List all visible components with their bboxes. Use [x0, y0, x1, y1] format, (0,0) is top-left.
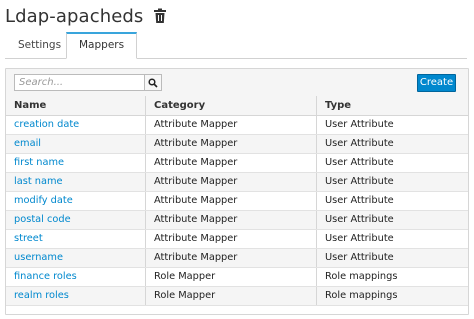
tab-settings[interactable]: Settings: [7, 32, 72, 58]
mapper-name-link[interactable]: postal code: [14, 214, 71, 225]
mapper-type: User Attribute: [325, 157, 394, 168]
mapper-type: User Attribute: [325, 252, 394, 263]
column-header-type[interactable]: Type: [317, 96, 468, 115]
table-row: creation date Attribute Mapper User Attr…: [6, 116, 468, 135]
mapper-type: User Attribute: [325, 214, 394, 225]
search-box: [14, 74, 162, 91]
mapper-name-link[interactable]: last name: [14, 176, 63, 187]
table-row: modify date Attribute Mapper User Attrib…: [6, 192, 468, 211]
table-toolbar: Create: [6, 69, 468, 97]
mapper-type: User Attribute: [325, 138, 394, 149]
table-row: email Attribute Mapper User Attribute: [6, 135, 468, 154]
table-row: first name Attribute Mapper User Attribu…: [6, 154, 468, 173]
mapper-category: Attribute Mapper: [146, 154, 317, 172]
mappers-table-panel: Create Name Category Type creation date …: [5, 68, 469, 315]
mapper-category: Attribute Mapper: [146, 230, 317, 248]
table-row: street Attribute Mapper User Attribute: [6, 230, 468, 249]
mappers-table: Name Category Type creation date Attribu…: [6, 96, 468, 306]
mapper-type: Role mappings: [325, 271, 398, 282]
mapper-type: User Attribute: [325, 195, 394, 206]
tab-bar: Settings Mappers: [5, 32, 467, 59]
search-icon: [148, 77, 158, 88]
table-row: last name Attribute Mapper User Attribut…: [6, 173, 468, 192]
table-row: finance roles Role Mapper Role mappings: [6, 268, 468, 287]
trash-icon[interactable]: [153, 8, 167, 24]
create-button[interactable]: Create: [417, 74, 456, 92]
mapper-name-link[interactable]: finance roles: [14, 271, 77, 282]
mapper-type: Role mappings: [325, 290, 398, 301]
tab-mappers[interactable]: Mappers: [66, 32, 138, 59]
search-input[interactable]: [14, 74, 144, 91]
table-row: username Attribute Mapper User Attribute: [6, 249, 468, 268]
mapper-name-link[interactable]: modify date: [14, 195, 73, 206]
mapper-category: Role Mapper: [146, 287, 317, 305]
mapper-category: Attribute Mapper: [146, 135, 317, 153]
mapper-type: User Attribute: [325, 233, 394, 244]
mapper-category: Attribute Mapper: [146, 211, 317, 229]
page-header: Ldap-apacheds: [5, 4, 167, 28]
mapper-type: User Attribute: [325, 119, 394, 130]
table-row: postal code Attribute Mapper User Attrib…: [6, 211, 468, 230]
mapper-category: Attribute Mapper: [146, 249, 317, 267]
mapper-category: Attribute Mapper: [146, 116, 317, 134]
mapper-category: Role Mapper: [146, 268, 317, 286]
mapper-name-link[interactable]: email: [14, 138, 41, 149]
mapper-name-link[interactable]: username: [14, 252, 63, 263]
search-button[interactable]: [144, 74, 162, 91]
table-row: realm roles Role Mapper Role mappings: [6, 287, 468, 306]
page-title: Ldap-apacheds: [5, 5, 144, 27]
mapper-category: Attribute Mapper: [146, 173, 317, 191]
mapper-name-link[interactable]: first name: [14, 157, 64, 168]
column-header-category[interactable]: Category: [146, 96, 317, 115]
mapper-name-link[interactable]: street: [14, 233, 43, 244]
mapper-category: Attribute Mapper: [146, 192, 317, 210]
table-header: Name Category Type: [6, 96, 468, 116]
column-header-name[interactable]: Name: [6, 96, 146, 115]
mapper-name-link[interactable]: creation date: [14, 119, 79, 130]
mapper-name-link[interactable]: realm roles: [14, 290, 69, 301]
mapper-type: User Attribute: [325, 176, 394, 187]
